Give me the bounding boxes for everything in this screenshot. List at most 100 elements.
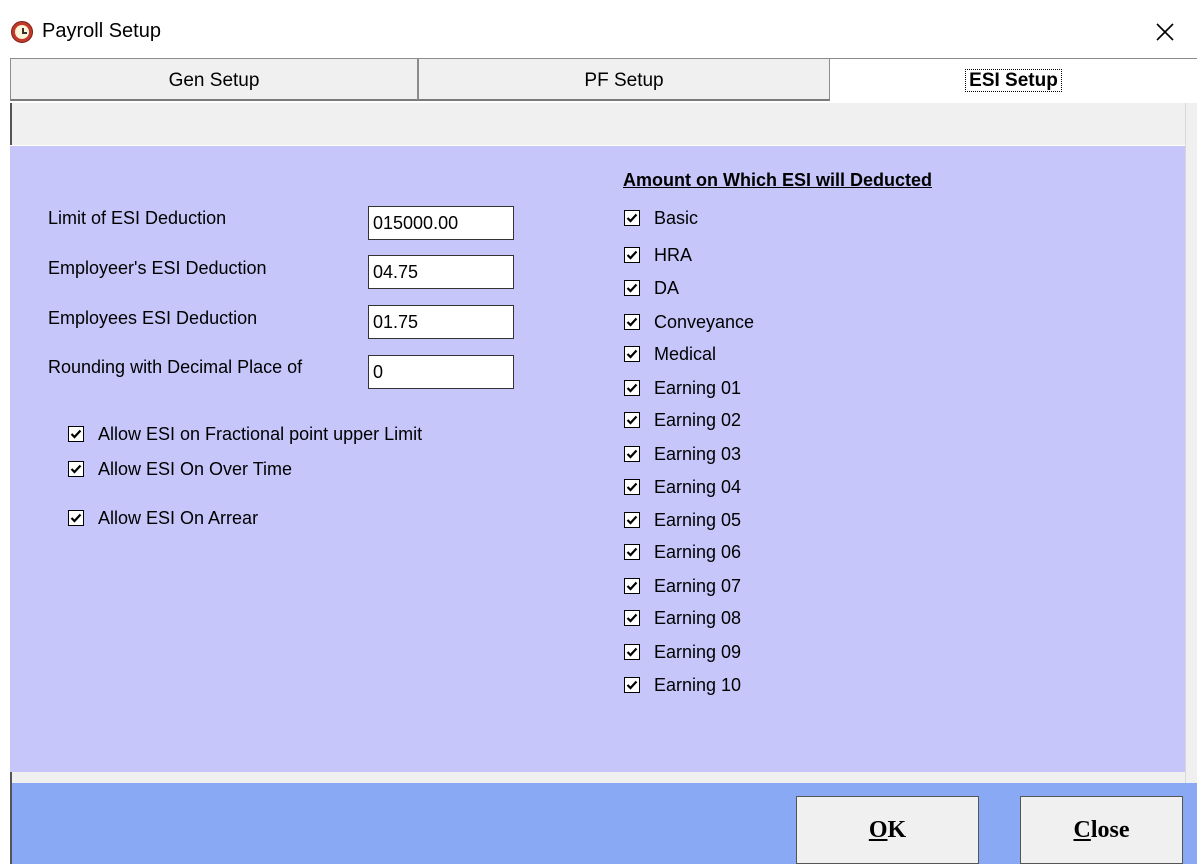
earning-label: DA — [654, 277, 680, 298]
earning-item[interactable]: Earning 10 — [624, 674, 741, 696]
earning-label: Earning 07 — [654, 575, 742, 596]
tab-label: PF Setup — [584, 70, 664, 91]
earning-item[interactable]: Earning 03 — [624, 443, 741, 465]
tab-strip: Gen Setup PF Setup ESI Setup — [10, 58, 1197, 103]
checkbox[interactable] — [624, 479, 640, 495]
tab-esi-setup[interactable]: ESI Setup — [830, 58, 1197, 101]
employer-label: Employeer's ESI Deduction — [48, 258, 267, 278]
checkmark-icon — [626, 547, 638, 557]
checkbox[interactable] — [624, 314, 640, 330]
earning-label: Earning 06 — [654, 541, 742, 562]
earning-item[interactable]: HRA — [624, 244, 692, 266]
tab-gen-setup[interactable]: Gen Setup — [10, 58, 418, 101]
checkmark-icon — [626, 283, 638, 293]
checkmark-icon — [70, 513, 82, 523]
ok-label-rest: K — [887, 817, 907, 843]
earning-label: Earning 08 — [654, 607, 742, 628]
rounding-label: Rounding with Decimal Place of — [48, 357, 303, 377]
earning-item[interactable]: Earning 01 — [624, 377, 741, 399]
earning-item[interactable]: Earning 07 — [624, 575, 741, 597]
checkmark-icon — [626, 349, 638, 359]
checkbox[interactable] — [624, 412, 640, 428]
earning-item[interactable]: Earning 02 — [624, 409, 741, 431]
checkmark-icon — [626, 250, 638, 260]
earning-item[interactable]: Conveyance — [624, 311, 754, 333]
close-label-rest: lose — [1090, 817, 1130, 843]
checkbox[interactable] — [624, 578, 640, 594]
option-fractional-upper-limit[interactable]: Allow ESI on Fractional point upper Limi… — [68, 423, 422, 445]
employee-label: Employees ESI Deduction — [48, 308, 258, 328]
ok-button[interactable]: OK — [796, 796, 979, 864]
employer-input[interactable]: 04.75 — [368, 255, 514, 289]
option-label: Allow ESI On Arrear — [98, 507, 259, 528]
checkbox[interactable] — [68, 510, 84, 526]
earning-label: Earning 04 — [654, 476, 742, 497]
checkmark-icon — [626, 415, 638, 425]
earning-label: Earning 03 — [654, 443, 742, 464]
earning-label: HRA — [654, 244, 693, 265]
tab-label: Gen Setup — [168, 70, 260, 91]
option-arrear[interactable]: Allow ESI On Arrear — [68, 507, 258, 529]
tab-pf-setup[interactable]: PF Setup — [418, 58, 830, 101]
employee-input[interactable]: 01.75 — [368, 305, 514, 339]
earning-label: Conveyance — [654, 311, 755, 332]
rounding-input[interactable]: 0 — [368, 355, 514, 389]
option-label: Allow ESI on Fractional point upper Limi… — [98, 423, 423, 444]
limit-input[interactable]: 015000.00 — [368, 206, 514, 240]
checkbox[interactable] — [624, 610, 640, 626]
checkmark-icon — [626, 647, 638, 657]
earning-label: Earning 02 — [654, 409, 742, 430]
checkbox[interactable] — [624, 346, 640, 362]
right-border — [1185, 103, 1197, 783]
checkbox[interactable] — [624, 512, 640, 528]
close-button[interactable]: Close — [1020, 796, 1183, 864]
checkmark-icon — [626, 213, 638, 223]
checkmark-icon — [626, 581, 638, 591]
clock-icon — [11, 21, 33, 43]
checkmark-icon — [626, 449, 638, 459]
limit-label: Limit of ESI Deduction — [48, 208, 227, 228]
earning-item[interactable]: Earning 05 — [624, 509, 741, 531]
option-over-time[interactable]: Allow ESI On Over Time — [68, 458, 292, 480]
checkmark-icon — [626, 482, 638, 492]
checkbox[interactable] — [624, 644, 640, 660]
checkbox[interactable] — [624, 544, 640, 560]
earning-item[interactable]: DA — [624, 277, 679, 299]
earnings-heading: Amount on Which ESI will Deducted — [623, 170, 932, 190]
checkbox[interactable] — [624, 247, 640, 263]
earning-item[interactable]: Basic — [624, 207, 698, 229]
checkmark-icon — [70, 429, 82, 439]
earning-label: Earning 09 — [654, 641, 742, 662]
checkmark-icon — [626, 383, 638, 393]
earning-label: Earning 10 — [654, 674, 742, 695]
earning-item[interactable]: Earning 06 — [624, 541, 741, 563]
checkbox[interactable] — [624, 677, 640, 693]
earning-label: Earning 05 — [654, 509, 742, 530]
footer-bar — [10, 783, 1197, 864]
earning-item[interactable]: Earning 09 — [624, 641, 741, 663]
tab-label: ESI Setup — [965, 69, 1062, 92]
earning-label: Earning 01 — [654, 377, 742, 398]
checkmark-icon — [626, 317, 638, 327]
checkbox[interactable] — [68, 426, 84, 442]
option-label: Allow ESI On Over Time — [98, 458, 293, 479]
earning-label: Medical — [654, 343, 717, 364]
checkbox[interactable] — [624, 280, 640, 296]
checkmark-icon — [626, 680, 638, 690]
checkmark-icon — [70, 464, 82, 474]
title-bar: Payroll Setup — [0, 0, 1197, 58]
checkmark-icon — [626, 613, 638, 623]
earning-item[interactable]: Medical — [624, 343, 716, 365]
checkbox[interactable] — [624, 446, 640, 462]
checkbox[interactable] — [624, 380, 640, 396]
earning-item[interactable]: Earning 08 — [624, 607, 741, 629]
earning-item[interactable]: Earning 04 — [624, 476, 741, 498]
close-icon[interactable] — [1147, 14, 1183, 50]
close-accelerator: C — [1073, 817, 1091, 843]
checkbox[interactable] — [68, 461, 84, 477]
ok-accelerator: O — [868, 817, 888, 843]
earning-label: Basic — [654, 207, 699, 228]
checkmark-icon — [626, 515, 638, 525]
checkbox[interactable] — [624, 210, 640, 226]
window-title: Payroll Setup — [42, 20, 161, 42]
